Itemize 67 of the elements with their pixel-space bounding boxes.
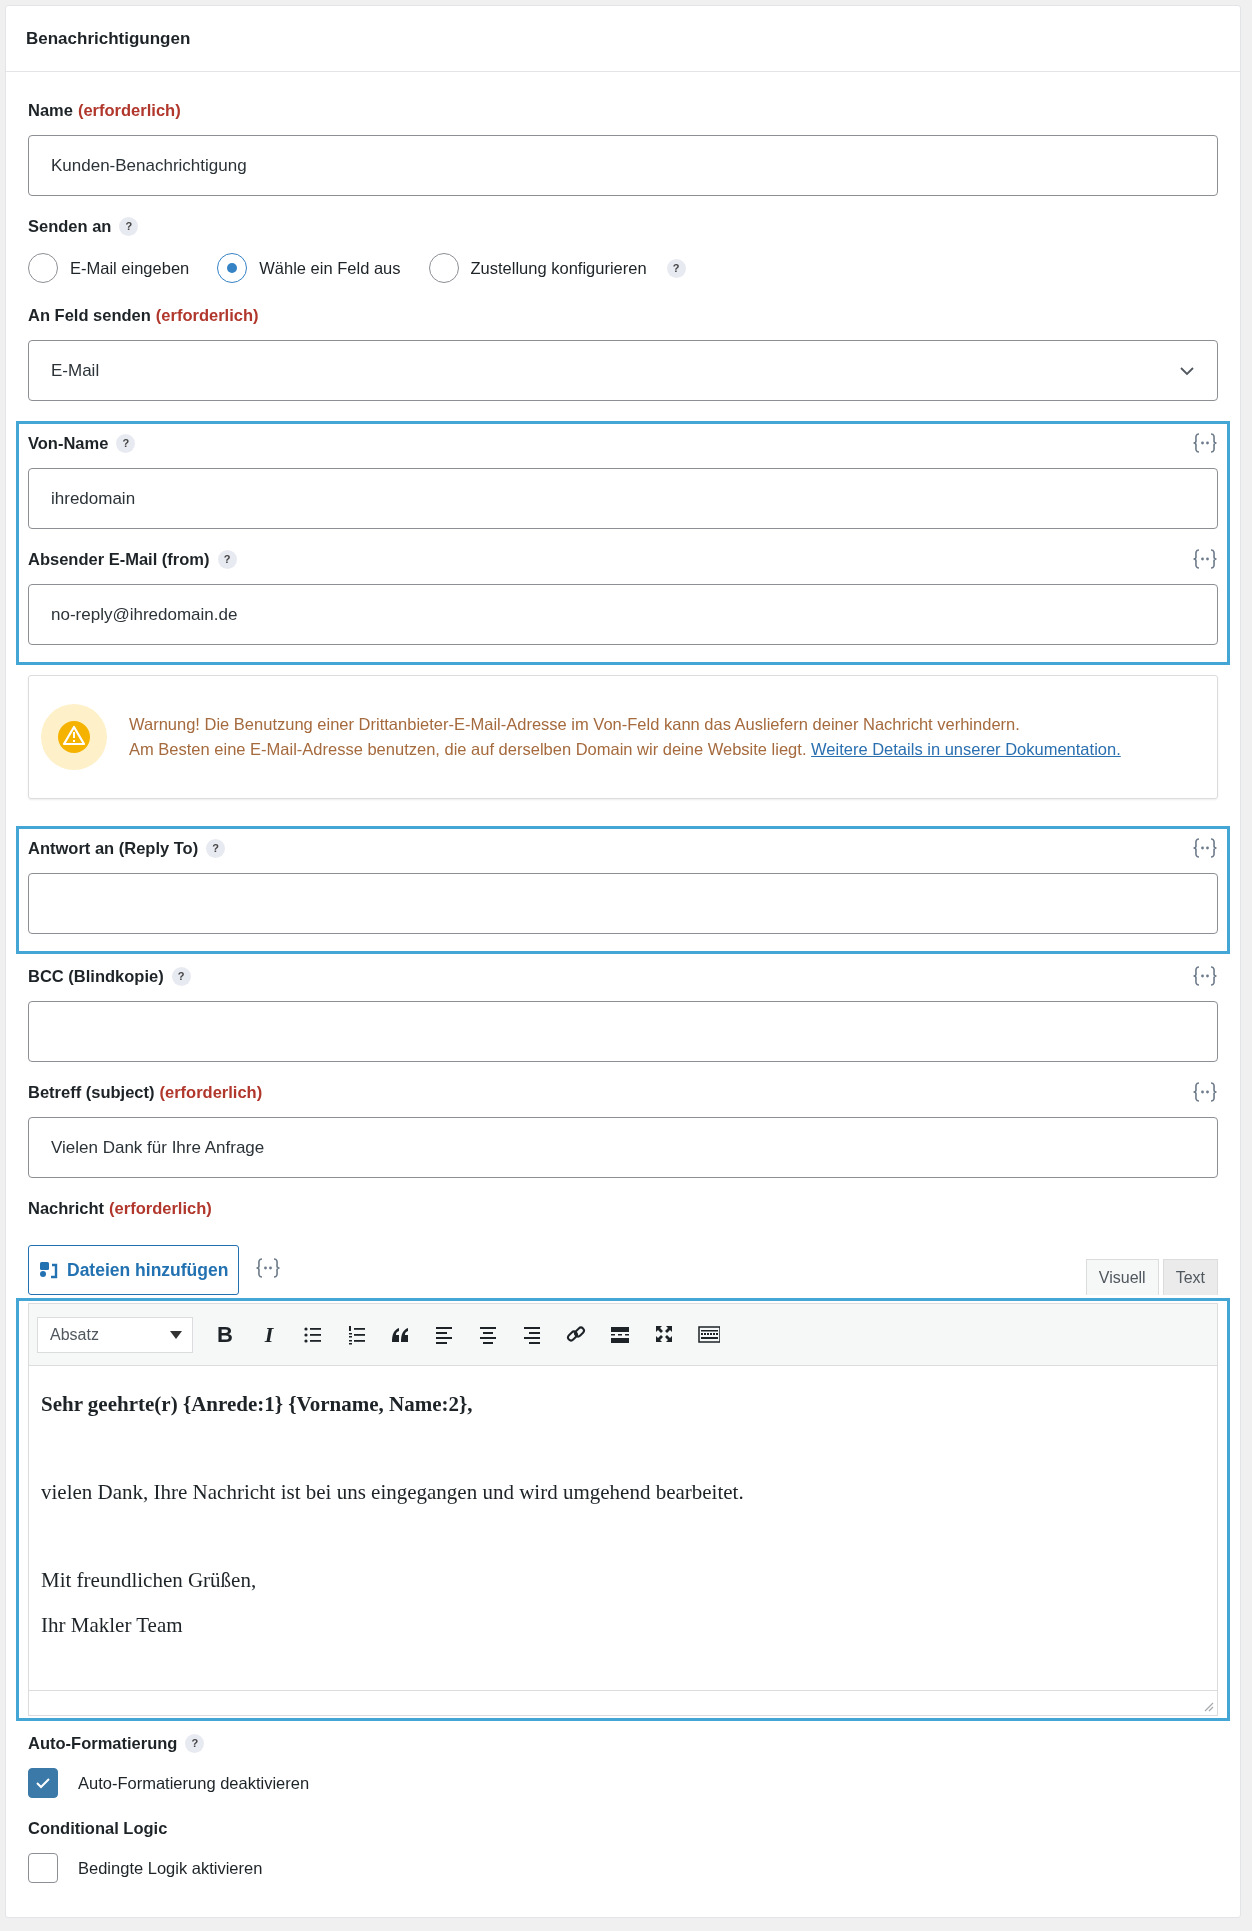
checkbox-label: Auto-Formatierung deaktivieren xyxy=(78,1772,310,1794)
merge-tag-icon[interactable] xyxy=(1192,548,1218,570)
field-label: BCC (Blindkopie) xyxy=(28,965,164,987)
warning-icon xyxy=(41,704,107,770)
documentation-link[interactable]: Weitere Details in unserer Dokumentation. xyxy=(811,740,1121,758)
editor-paragraph: Mit freundlichen Grüßen, xyxy=(41,1567,258,1594)
checkbox[interactable] xyxy=(28,1853,58,1883)
text-input[interactable] xyxy=(28,1001,1218,1062)
warning-text: Warnung! Die Benutzung einer Drittanbieter-E-Mail-Adresse im Von-Feld kann das Ausliefern deiner Nachricht verhindern. Am Besten eine E-Mail-Adresse benutzen, die auf derselben Domain wir deine Website liegt. Weitere Details in unserer Dokumentation. xyxy=(129,714,1121,760)
field-label: Name xyxy=(28,99,73,121)
radio-button[interactable] xyxy=(428,253,459,283)
format-select[interactable]: Absatz xyxy=(37,1316,193,1353)
radio-label: Wähle ein Feld aus xyxy=(259,257,401,279)
field-label: Auto-Formatierung xyxy=(28,1732,178,1754)
text-input[interactable]: ihredomain xyxy=(28,468,1218,529)
help-badge[interactable]: ? xyxy=(171,966,191,986)
resize-handle-icon xyxy=(1202,1700,1214,1712)
help-badge[interactable]: ? xyxy=(217,549,237,569)
required-note: (erforderlich) xyxy=(159,1081,263,1103)
merge-tag-icon[interactable] xyxy=(1192,837,1218,859)
checkbox[interactable] xyxy=(28,1768,58,1798)
editor-paragraph: vielen Dank, Ihre Nachricht ist bei uns eingegangen und wird umgehend bearbeitet. xyxy=(41,1479,745,1506)
field-label: Senden an xyxy=(28,215,112,237)
merge-tag-icon[interactable] xyxy=(255,1257,282,1279)
required-note: (erforderlich) xyxy=(155,304,259,326)
bold-button[interactable]: B xyxy=(205,1314,245,1355)
editor-paragraph: Ihr Makler Team xyxy=(41,1612,184,1639)
editor-tab[interactable]: Text xyxy=(1162,1259,1218,1295)
editor-tab[interactable]: Visuell xyxy=(1085,1259,1159,1295)
field-label: Betreff (subject) xyxy=(28,1081,155,1103)
required-note: (erforderlich) xyxy=(77,99,181,121)
radio-button[interactable] xyxy=(28,253,58,283)
select-field[interactable]: E-Mail xyxy=(28,340,1218,401)
keyboard-icon[interactable] xyxy=(698,1323,720,1346)
add-files-button[interactable]: Dateien hinzufügen xyxy=(28,1245,240,1295)
editor-content[interactable]: Sehr geehrte(r) {Anrede:1} {Vorname, Name:2}, vielen Dank, Ihre Nachricht ist bei uns eingegangen und wird umgehend bearbeitet. Mit freundlichen Grüßen, Ihr Makler Team xyxy=(29,1366,1217,1690)
field-label: An Feld senden xyxy=(28,304,151,326)
field-label: Absender E-Mail (from) xyxy=(28,548,210,570)
radio-label: Zustellung konfigurieren xyxy=(470,257,647,279)
panel-title: Benachrichtigungen xyxy=(6,6,1240,72)
help-badge[interactable]: ? xyxy=(206,838,226,858)
checkbox-label: Bedingte Logik aktivieren xyxy=(78,1857,263,1879)
help-badge[interactable]: ? xyxy=(185,1733,205,1753)
checkmark-icon xyxy=(35,1777,51,1789)
required-note: (erforderlich) xyxy=(109,1197,212,1219)
dropdown-arrow-icon xyxy=(170,1330,182,1339)
media-icon xyxy=(39,1260,59,1280)
merge-tag-icon[interactable] xyxy=(1192,432,1218,454)
radio-button[interactable] xyxy=(217,253,248,283)
help-badge[interactable]: ? xyxy=(119,216,139,236)
text-input[interactable] xyxy=(28,873,1218,934)
field-label: Conditional Logic xyxy=(28,1817,168,1839)
help-badge[interactable]: ? xyxy=(116,433,136,453)
field-label: Von-Name xyxy=(28,432,109,454)
text-input[interactable]: Kunden-Benachrichtigung xyxy=(28,135,1218,196)
italic-button[interactable]: I xyxy=(249,1314,289,1355)
chevron-down-icon xyxy=(1179,365,1195,376)
help-badge[interactable]: ? xyxy=(666,258,686,278)
field-label: Antwort an (Reply To) xyxy=(28,837,199,859)
numbered-list-icon[interactable] xyxy=(346,1323,368,1346)
merge-tag-icon[interactable] xyxy=(1192,965,1218,987)
merge-tag-icon[interactable] xyxy=(1192,1081,1218,1103)
text-input[interactable]: no-reply@ihredomain.de xyxy=(28,584,1218,645)
text-input[interactable]: Vielen Dank für Ihre Anfrage xyxy=(28,1117,1218,1178)
radio-label: E-Mail eingeben xyxy=(70,257,190,279)
field-label: Nachricht xyxy=(28,1197,105,1219)
editor-paragraph: Sehr geehrte(r) {Anrede:1} {Vorname, Name:2}, xyxy=(41,1391,474,1418)
